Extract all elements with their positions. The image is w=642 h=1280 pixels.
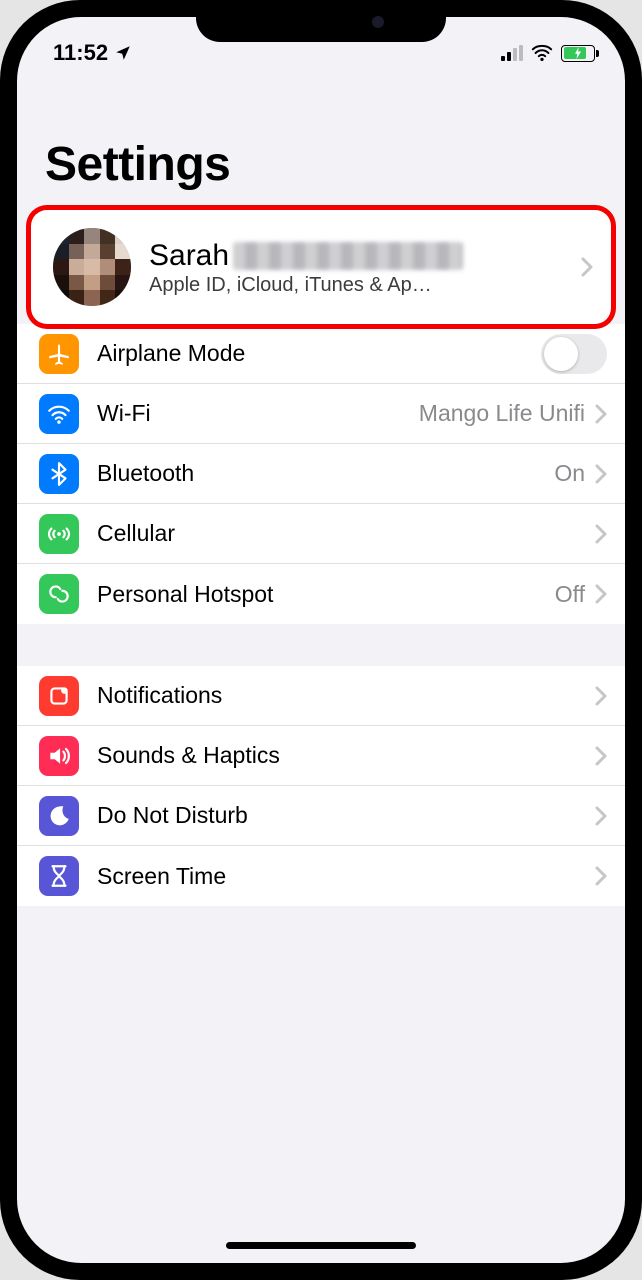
bluetooth-icon: [39, 454, 79, 494]
cellular-signal-icon: [501, 45, 523, 61]
chevron-right-icon: [595, 806, 607, 826]
dnd-icon: [39, 796, 79, 836]
row-screen-time[interactable]: Screen Time: [17, 846, 625, 906]
row-value: Mango Life Unifi: [419, 400, 585, 427]
chevron-right-icon: [595, 464, 607, 484]
chevron-right-icon: [595, 686, 607, 706]
row-value: Off: [555, 581, 585, 608]
row-label: Bluetooth: [97, 460, 554, 487]
home-indicator[interactable]: [226, 1242, 416, 1249]
page-title: Settings: [17, 77, 625, 210]
row-cellular[interactable]: Cellular: [17, 504, 625, 564]
settings-group-connectivity: Airplane Mode Wi-Fi Mango Life Unifi: [17, 324, 625, 624]
location-icon: [114, 44, 132, 62]
notch: [196, 0, 446, 42]
airplane-icon: [39, 334, 79, 374]
row-personal-hotspot[interactable]: Personal Hotspot Off: [17, 564, 625, 624]
row-wifi[interactable]: Wi-Fi Mango Life Unifi: [17, 384, 625, 444]
chevron-right-icon: [595, 866, 607, 886]
device-frame: 11:52: [0, 0, 642, 1280]
row-label: Screen Time: [97, 863, 595, 890]
profile-name-redacted: [233, 242, 463, 270]
profile-subtitle: Apple ID, iCloud, iTunes & Ap…: [149, 274, 581, 297]
chevron-right-icon: [581, 257, 593, 277]
notifications-icon: [39, 676, 79, 716]
wifi-icon: [531, 42, 553, 64]
row-label: Personal Hotspot: [97, 581, 555, 608]
row-label: Sounds & Haptics: [97, 742, 595, 769]
screen-time-icon: [39, 856, 79, 896]
group-spacer: [17, 624, 625, 666]
chevron-right-icon: [595, 524, 607, 544]
row-label: Wi-Fi: [97, 400, 419, 427]
row-sounds-haptics[interactable]: Sounds & Haptics: [17, 726, 625, 786]
settings-content[interactable]: Settings Sarah: [17, 77, 625, 1263]
chevron-right-icon: [595, 584, 607, 604]
battery-icon: [561, 45, 595, 62]
apple-id-row[interactable]: Sarah Apple ID, iCloud, iTunes & Ap…: [31, 210, 611, 324]
profile-name-visible: Sarah: [149, 238, 229, 274]
row-label: Do Not Disturb: [97, 802, 595, 829]
avatar: [53, 228, 131, 306]
settings-group-alerts: Notifications Sounds & Haptics: [17, 666, 625, 906]
row-airplane-mode[interactable]: Airplane Mode: [17, 324, 625, 384]
row-notifications[interactable]: Notifications: [17, 666, 625, 726]
cellular-icon: [39, 514, 79, 554]
profile-name: Sarah: [149, 238, 581, 274]
status-time: 11:52: [53, 40, 108, 66]
row-label: Notifications: [97, 682, 595, 709]
row-do-not-disturb[interactable]: Do Not Disturb: [17, 786, 625, 846]
screen: 11:52: [17, 17, 625, 1263]
sounds-icon: [39, 736, 79, 776]
row-label: Airplane Mode: [97, 340, 541, 367]
hotspot-icon: [39, 574, 79, 614]
wifi-settings-icon: [39, 394, 79, 434]
chevron-right-icon: [595, 404, 607, 424]
chevron-right-icon: [595, 746, 607, 766]
row-label: Cellular: [97, 520, 595, 547]
row-bluetooth[interactable]: Bluetooth On: [17, 444, 625, 504]
airplane-toggle[interactable]: [541, 334, 607, 374]
row-value: On: [554, 460, 585, 487]
